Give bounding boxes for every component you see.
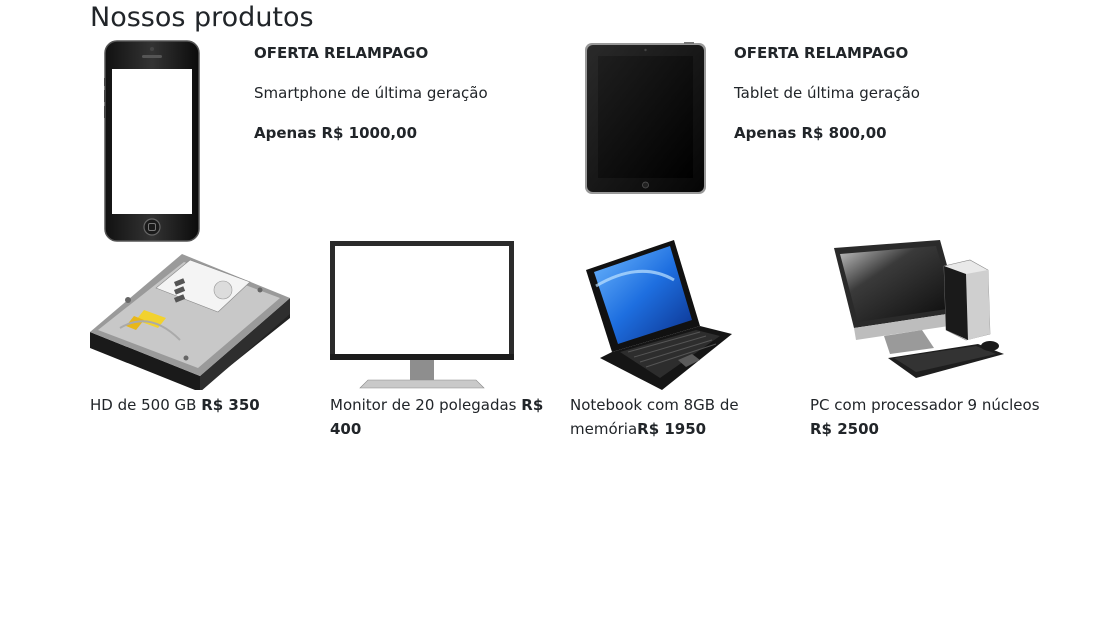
offer-price: Apenas R$ 800,00 bbox=[734, 124, 887, 142]
smartphone-image bbox=[104, 40, 200, 242]
product-price: R$ 2500 bbox=[810, 420, 879, 438]
product-image bbox=[330, 240, 560, 390]
product-image bbox=[90, 240, 320, 390]
offer-description: Tablet de última geração bbox=[734, 84, 920, 102]
product-caption: PC com processador 9 núcleos R$ 2500 bbox=[810, 393, 1040, 441]
tablet-icon bbox=[585, 42, 706, 194]
featured-info: OFERTA RELAMPAGO Smartphone de última ge… bbox=[254, 42, 554, 162]
offer-headline: OFERTA RELAMPAGO bbox=[734, 44, 909, 62]
featured-info: OFERTA RELAMPAGO Tablet de última geraçã… bbox=[734, 42, 1034, 162]
product-price: R$ 350 bbox=[201, 396, 260, 414]
page-container: Nossos produtos OFERTA RELAMPAGO Smartph… bbox=[0, 0, 1116, 634]
product-caption: HD de 500 GB R$ 350 bbox=[90, 393, 320, 417]
product-image bbox=[810, 240, 1040, 390]
product-card-pc[interactable]: PC com processador 9 núcleos R$ 2500 bbox=[810, 240, 1040, 441]
product-card-notebook[interactable]: Notebook com 8GB de memóriaR$ 1950 bbox=[570, 240, 800, 441]
product-price: R$ 1950 bbox=[637, 420, 707, 438]
tablet-image bbox=[584, 42, 708, 196]
product-card-hd[interactable]: HD de 500 GB R$ 350 bbox=[90, 240, 320, 417]
offer-price: Apenas R$ 1000,00 bbox=[254, 124, 418, 142]
product-caption: Monitor de 20 polegadas R$ 400 bbox=[330, 393, 560, 441]
page-title: Nossos produtos bbox=[90, 2, 314, 33]
product-caption: Notebook com 8GB de memóriaR$ 1950 bbox=[570, 393, 800, 441]
product-name: PC com processador 9 núcleos bbox=[810, 396, 1040, 414]
offer-headline: OFERTA RELAMPAGO bbox=[254, 44, 429, 62]
smartphone-icon bbox=[104, 40, 200, 242]
laptop-icon bbox=[586, 240, 732, 390]
monitor-icon bbox=[330, 241, 514, 389]
hard-drive-icon bbox=[90, 254, 290, 390]
product-image bbox=[570, 240, 800, 390]
offer-description: Smartphone de última geração bbox=[254, 84, 488, 102]
product-card-monitor[interactable]: Monitor de 20 polegadas R$ 400 bbox=[330, 240, 560, 441]
product-name: Monitor de 20 polegadas bbox=[330, 396, 522, 414]
product-name: HD de 500 GB bbox=[90, 396, 202, 414]
desktop-pc-icon bbox=[834, 240, 1004, 378]
